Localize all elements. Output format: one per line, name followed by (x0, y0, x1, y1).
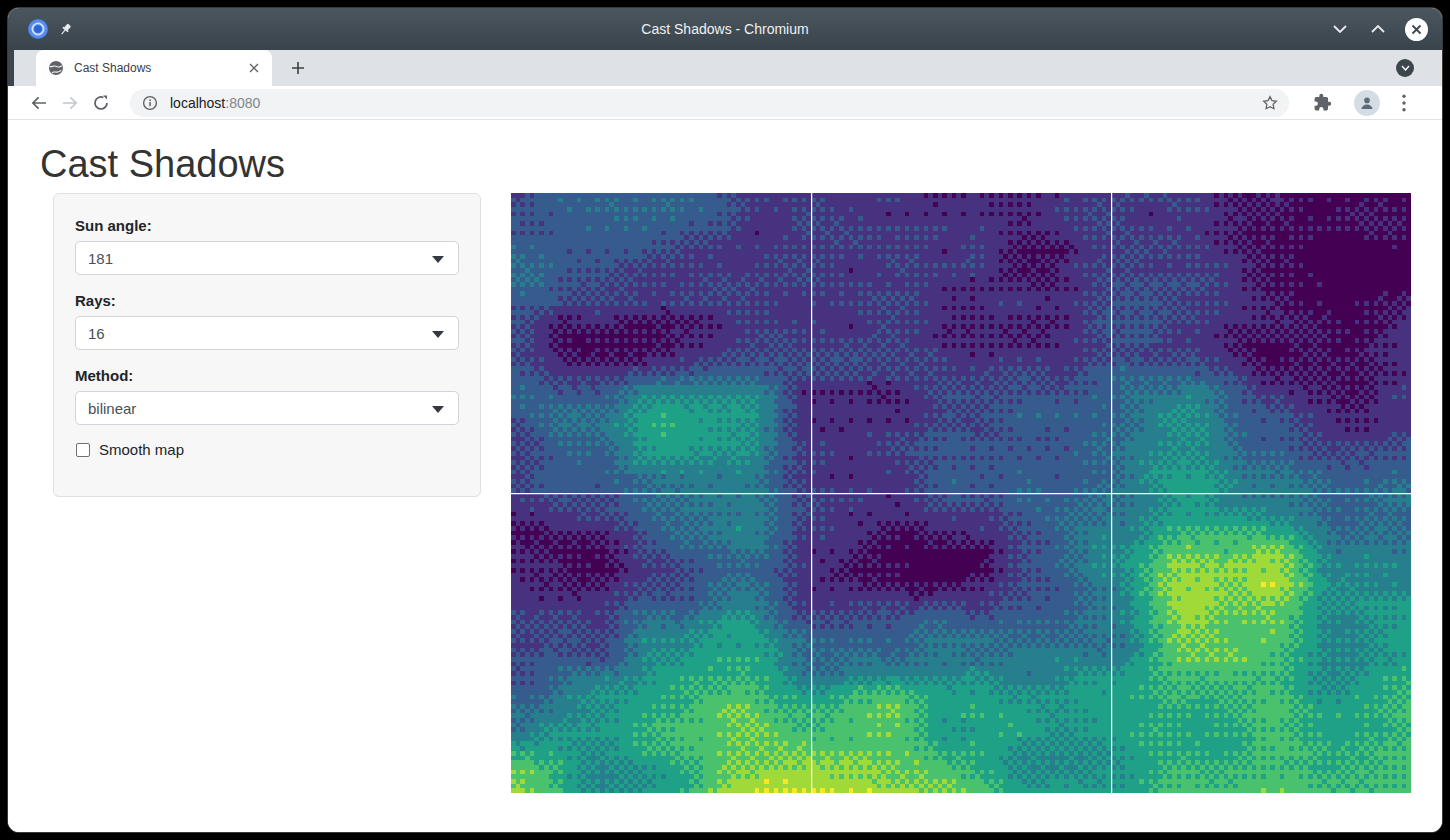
tab-cast-shadows[interactable]: Cast Shadows (36, 50, 272, 86)
reload-button[interactable] (93, 95, 109, 111)
caret-down-icon (432, 331, 444, 338)
terrain-canvas (511, 193, 1411, 793)
tab-title: Cast Shadows (74, 61, 246, 75)
back-button[interactable] (31, 95, 47, 111)
forward-button[interactable] (62, 95, 78, 111)
controls-panel: Sun angle: 181 Rays: 16 Method: (53, 193, 481, 497)
sun-angle-select[interactable]: 181 (75, 241, 459, 275)
minimize-button[interactable] (1329, 18, 1351, 40)
extensions-icon[interactable] (1313, 93, 1332, 112)
address-bar[interactable]: localhost:8080 (130, 89, 1289, 117)
tab-search-button[interactable] (1396, 59, 1414, 77)
smooth-map-checkbox[interactable] (76, 443, 90, 457)
rays-select[interactable]: 16 (75, 316, 459, 350)
page-content: Cast Shadows Sun angle: 181 Rays: 16 (8, 120, 1442, 832)
window-titlebar: Cast Shadows - Chromium (8, 8, 1442, 50)
caret-down-icon (432, 256, 444, 263)
new-tab-button[interactable] (284, 54, 312, 82)
sun-angle-label: Sun angle: (75, 216, 459, 235)
profile-avatar-icon[interactable] (1354, 90, 1380, 116)
browser-window: Cast Shadows - Chromium Cast Shadows (8, 8, 1442, 832)
maximize-button[interactable] (1367, 18, 1389, 40)
tab-strip: Cast Shadows (8, 50, 1442, 86)
rays-label: Rays: (75, 291, 459, 310)
tab-close-icon[interactable] (246, 60, 262, 76)
site-info-icon[interactable] (142, 95, 158, 111)
globe-favicon-icon (48, 60, 64, 76)
frame-edge (8, 50, 14, 86)
page-title: Cast Shadows (40, 145, 1442, 183)
method-select[interactable]: bilinear (75, 391, 459, 425)
url-text: localhost:8080 (170, 95, 260, 111)
browser-toolbar: localhost:8080 (8, 86, 1442, 120)
caret-down-icon (432, 406, 444, 413)
smooth-map-label: Smooth map (99, 441, 184, 458)
window-title: Cast Shadows - Chromium (8, 21, 1442, 37)
bookmark-star-icon[interactable] (1261, 94, 1279, 116)
method-label: Method: (75, 366, 459, 385)
close-button[interactable] (1405, 18, 1428, 41)
menu-dots-icon[interactable] (1402, 94, 1406, 112)
